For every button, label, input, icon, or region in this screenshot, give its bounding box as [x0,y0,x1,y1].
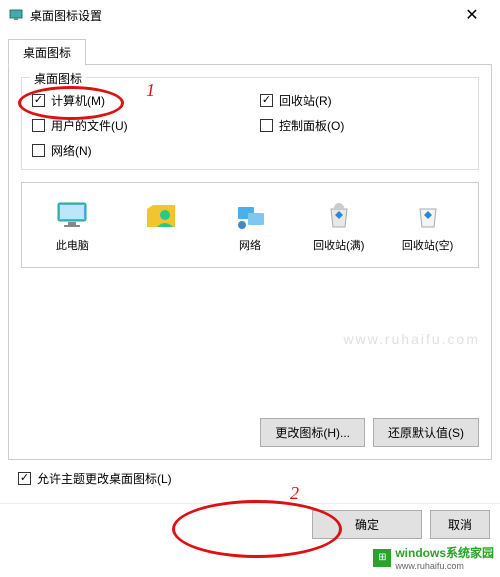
icon-label: 回收站(空) [402,237,453,253]
recycle-bin-full-icon [321,197,357,233]
checkbox-user-files[interactable]: 用户的文件(U) [32,117,240,134]
checkbox-label: 控制面板(O) [279,117,344,134]
checkbox-grid: ✓ 计算机(M) ✓ 回收站(R) 用户的文件(U) 控制面板(O) [32,92,468,159]
theme-checkbox-label: 允许主题更改桌面图标(L) [37,470,172,487]
watermark: ⊞ windows系统家园 www.ruhaifu.com [373,544,494,571]
icon-label: 此电脑 [56,237,89,253]
ok-button[interactable]: 确定 [312,510,422,539]
windows-logo-icon: ⊞ [373,549,391,567]
change-icon-button[interactable]: 更改图标(H)... [260,418,365,447]
theme-checkbox[interactable]: ✓ 允许主题更改桌面图标(L) [18,470,492,487]
restore-default-button[interactable]: 还原默认值(S) [373,418,479,447]
icon-item-recycle-full[interactable]: 回收站(满) [308,197,370,253]
cancel-button[interactable]: 取消 [430,510,490,539]
titlebar: 桌面图标设置 ✕ [0,0,500,30]
checkbox-icon: ✓ [260,94,273,107]
this-pc-icon [54,197,90,233]
watermark-faded: www.ruhaifu.com [343,331,480,347]
icon-item-this-pc[interactable]: 此电脑 [41,197,103,253]
checkbox-label: 计算机(M) [51,92,105,109]
tab-area: 桌面图标 桌面图标 ✓ 计算机(M) ✓ 回收站(R) 用户的文件(U) [0,30,500,487]
user-files-icon [143,197,179,233]
desktop-icons-group: 桌面图标 ✓ 计算机(M) ✓ 回收站(R) 用户的文件(U) 控制面板(O) [21,77,479,170]
checkbox-network[interactable]: 网络(N) [32,142,240,159]
dialog-buttons: 确定 取消 [0,503,500,545]
checkbox-computer[interactable]: ✓ 计算机(M) [32,92,240,109]
icon-label: 网络 [239,237,261,253]
network-icon [232,197,268,233]
checkbox-control-panel[interactable]: 控制面板(O) [260,117,468,134]
icon-item-recycle-empty[interactable]: 回收站(空) [397,197,459,253]
checkbox-label: 回收站(R) [279,92,332,109]
checkbox-icon: ✓ [32,94,45,107]
recycle-bin-empty-icon [410,197,446,233]
checkbox-label: 网络(N) [51,142,92,159]
checkbox-label: 用户的文件(U) [51,117,128,134]
icon-label: 回收站(满) [313,237,364,253]
tab-label: 桌面图标 [23,46,71,60]
icon-item-network[interactable]: 网络 [219,197,281,253]
icon-buttons-row: 更改图标(H)... 还原默认值(S) [21,418,479,447]
icon-preview-list: 此电脑 网络 回收站(满) [21,182,479,268]
icon-item-user-files[interactable] [130,197,192,253]
checkbox-icon [32,144,45,157]
watermark-line-2: www.ruhaifu.com [395,561,494,571]
window-title: 桌面图标设置 [30,7,102,24]
checkbox-icon [260,119,273,132]
watermark-line-1: windows系统家园 [395,544,494,561]
group-title: 桌面图标 [30,70,86,87]
checkbox-icon: ✓ [18,472,31,485]
checkbox-icon [32,119,45,132]
close-button[interactable]: ✕ [452,0,492,30]
app-icon [8,7,24,23]
checkbox-recycle-bin[interactable]: ✓ 回收站(R) [260,92,468,109]
tab-desktop-icons[interactable]: 桌面图标 [8,39,86,66]
tab-content: 桌面图标 ✓ 计算机(M) ✓ 回收站(R) 用户的文件(U) 控制面板(O) [8,64,492,460]
